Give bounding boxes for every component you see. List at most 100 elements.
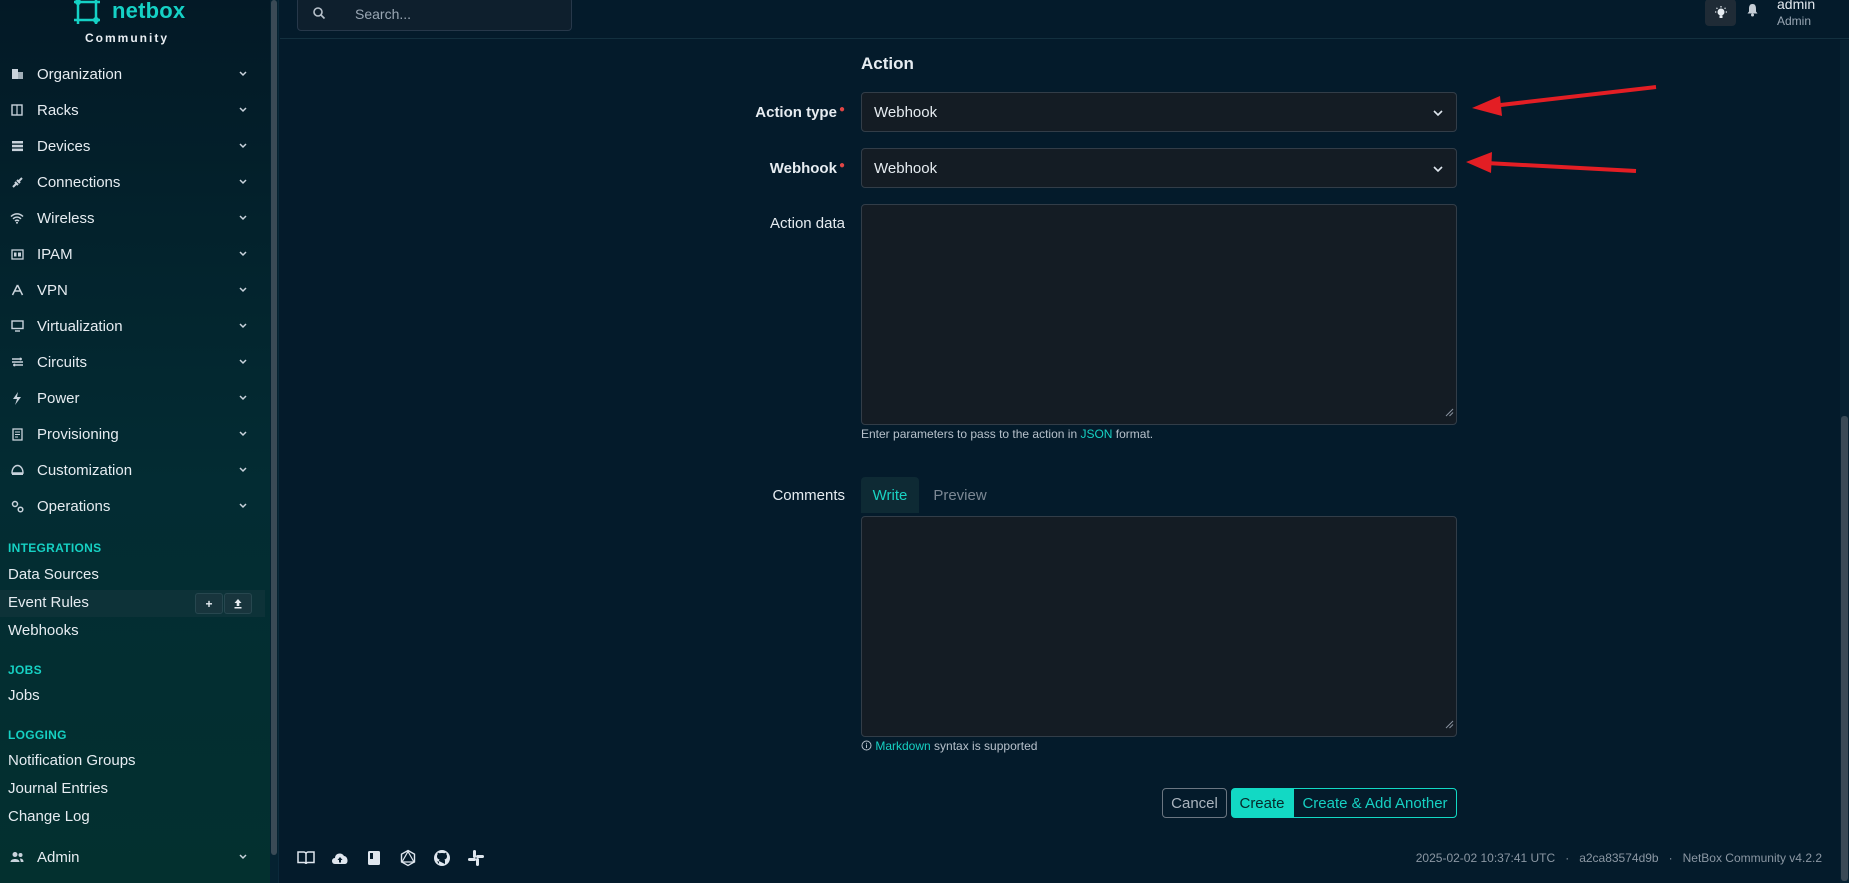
action-data-textarea[interactable] [861,204,1457,425]
chevron-down-icon [236,849,250,863]
bell-icon[interactable] [1746,3,1759,22]
plug-icon [8,173,26,191]
add-event-rule-button[interactable]: + [195,593,223,614]
required-marker: ● [838,160,845,171]
monitor-icon [8,317,26,335]
main-scrollbar[interactable] [1840,40,1849,883]
slack-icon[interactable] [466,848,486,868]
nav-item-admin[interactable]: Admin [0,839,265,875]
search-placeholder: Search... [355,6,412,22]
chevron-down-icon [236,210,250,224]
nav-item-customization[interactable]: Customization [0,452,265,488]
search-input[interactable]: Search... [297,0,572,31]
action-type-label-text: Action type [755,104,837,121]
users-icon [8,848,26,866]
main-content: Action Action type ● Webhook Webhook ● Web… [280,40,1849,883]
webhook-label-text: Webhook [769,160,837,177]
nav-item-vpn[interactable]: VPN [0,272,265,308]
nav-item-circuits[interactable]: Circuits [0,344,265,380]
graphql-icon[interactable] [398,848,418,868]
footer-timestamp: 2025-02-02 10:37:41 UTC [1415,851,1556,865]
nav-item-label: Devices [37,137,91,155]
cloud-upload-icon[interactable] [330,848,350,868]
nav-link-notification-groups[interactable]: Notification Groups [8,752,136,769]
nav-item-label: Customization [37,461,133,479]
nav-item-devices[interactable]: Devices [0,128,265,164]
nav-link-event-rules[interactable]: Event Rules [8,594,89,611]
nav-item-connections[interactable]: Connections [0,164,265,200]
nav-item-label: Virtualization [37,317,123,335]
brand-subtitle: Community [85,31,169,45]
comments-help: Markdown syntax is supported [861,739,1037,753]
resize-grip-icon[interactable] [1445,716,1454,734]
nav-item-label: Organization [37,65,123,83]
markdown-link[interactable]: Markdown [875,739,930,753]
tab-preview[interactable]: Preview [925,477,995,513]
action-data-help-suffix: format. [1112,427,1154,441]
nav-item-operations[interactable]: Operations [0,488,265,524]
webhook-value: Webhook [874,160,938,177]
footer-links [296,848,486,868]
nav-item-wireless[interactable]: Wireless [0,200,265,236]
create-button[interactable]: Create [1231,788,1293,818]
chevron-down-icon [236,318,250,332]
upload-icon [234,599,242,609]
chevron-down-icon [236,498,250,512]
comments-help-suffix: syntax is supported [930,739,1038,753]
required-marker: ● [838,104,845,115]
chevron-down-icon [236,138,250,152]
json-link[interactable]: JSON [1080,427,1112,441]
github-icon[interactable] [432,848,452,868]
chevron-down-icon [236,102,250,116]
comments-textarea[interactable] [861,516,1457,737]
search-icon [312,6,326,25]
nav-item-label: Connections [37,173,121,191]
action-data-help: Enter parameters to pass to the action i… [861,427,1153,441]
webhook-select[interactable]: Webhook [861,148,1457,188]
sidebar-scrollbar-thumb[interactable] [271,0,277,855]
info-icon [861,739,872,753]
resize-grip-icon[interactable] [1445,404,1454,422]
chevron-down-icon [236,426,250,440]
chevron-down-icon [236,282,250,296]
top-bar: Search... admin Admin [280,0,1849,39]
rack-icon [8,101,26,119]
nav-link-jobs[interactable]: Jobs [8,687,40,704]
bolt-icon [8,389,26,407]
chevron-down-icon [236,462,250,476]
server-icon [8,137,26,155]
nav-item-racks[interactable]: Racks [0,92,265,128]
sidebar-scrollbar[interactable] [270,0,278,883]
nav-item-ipam[interactable]: IPAM [0,236,265,272]
tab-write[interactable]: Write [861,477,919,513]
nav-link-journal-entries[interactable]: Journal Entries [8,780,108,797]
nav-item-provisioning[interactable]: Provisioning [0,416,265,452]
theme-toggle-button[interactable] [1705,0,1736,26]
chevron-down-icon [236,246,250,260]
action-type-label: Action type ● [645,104,845,121]
ip-icon [8,245,26,263]
nav-link-webhooks[interactable]: Webhooks [8,622,79,639]
netbox-logo-icon [74,0,100,24]
nav-item-organization[interactable]: Organization [0,56,265,92]
nav-link-event-rules-row[interactable]: Event Rules + [0,590,265,617]
nav-link-data-sources[interactable]: Data Sources [8,566,99,583]
webhook-label: Webhook ● [645,160,845,177]
nav-item-power[interactable]: Power [0,380,265,416]
docs-book-icon[interactable] [296,848,316,868]
file-icon [8,425,26,443]
create-and-add-another-button[interactable]: Create & Add Another [1293,788,1457,818]
user-name[interactable]: admin [1777,0,1815,12]
nav-item-virtualization[interactable]: Virtualization [0,308,265,344]
action-type-select[interactable]: Webhook [861,92,1457,132]
netbox-logo[interactable]: netbox Community [70,0,230,46]
brand-name: netbox [112,0,186,23]
api-book-icon[interactable] [364,848,384,868]
cancel-button[interactable]: Cancel [1162,788,1227,818]
lightbulb-icon [1714,5,1727,18]
sidebar: netbox Community Organization Racks Device… [0,0,279,883]
nav-link-change-log[interactable]: Change Log [8,808,90,825]
main-scrollbar-thumb[interactable] [1841,416,1848,881]
nav-item-label: Provisioning [37,425,119,443]
import-event-rule-button[interactable] [224,593,252,614]
